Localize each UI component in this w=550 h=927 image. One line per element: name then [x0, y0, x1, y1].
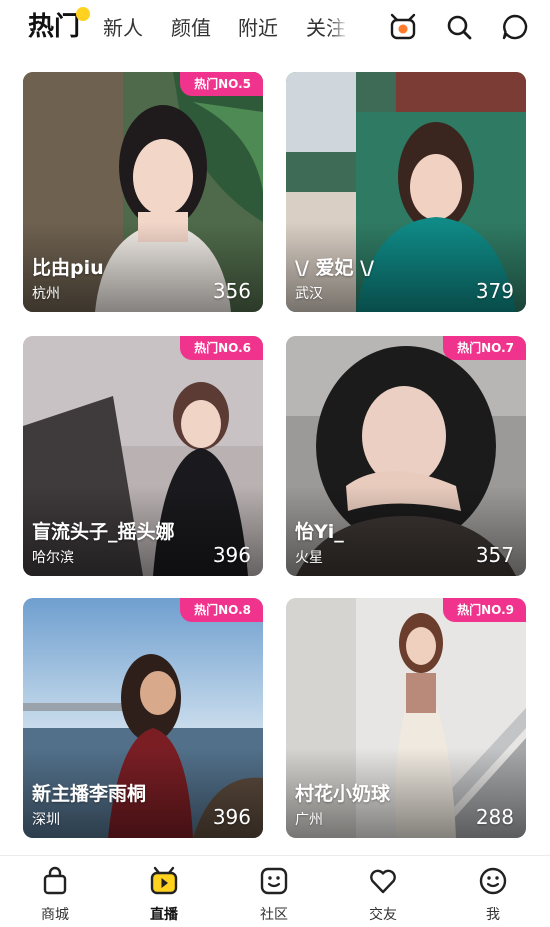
viewer-count: 396	[212, 543, 251, 567]
hot-rank-badge: 热门NO.7	[443, 336, 526, 360]
viewer-count: 396	[212, 805, 251, 829]
bottom-nav-bar: 商城 直播 社区 交友 我	[0, 855, 550, 927]
streamer-name: 比由piu	[32, 257, 104, 279]
smiley-square-icon	[260, 867, 288, 895]
viewer-count: 356	[212, 279, 251, 303]
message-icon[interactable]	[500, 12, 530, 42]
active-tab-dot	[76, 7, 90, 21]
streamer-name: 村花小奶球	[295, 783, 391, 805]
streamer-city: 广州	[295, 812, 323, 828]
live-room-card[interactable]: 热门NO.6 盲流头子_摇头娜 哈尔滨 396	[23, 336, 263, 576]
hot-rank-badge: 热门NO.8	[180, 598, 263, 622]
viewer-count: 379	[475, 279, 514, 303]
live-room-card[interactable]: \/ 爱妃 \/ 武汉 379	[286, 72, 526, 312]
streamer-city: 深圳	[32, 812, 60, 828]
nav-community[interactable]: 社区	[234, 866, 314, 924]
streamer-city: 火星	[295, 550, 323, 566]
nav-label: 商城	[41, 907, 69, 923]
search-icon[interactable]	[444, 12, 474, 42]
nav-live[interactable]: 直播	[124, 866, 204, 924]
tab-nearby[interactable]: 附近	[238, 14, 278, 42]
live-room-card[interactable]: 热门NO.9 村花小奶球 广州 288	[286, 598, 526, 838]
live-tv-icon	[150, 866, 178, 895]
nav-me[interactable]: 我	[453, 866, 533, 924]
hot-rank-badge: 热门NO.5	[180, 72, 263, 96]
streamer-name: \/ 爱妃 \/	[295, 257, 374, 279]
heart-icon	[370, 869, 396, 894]
streamer-name: 新主播李雨桐	[32, 783, 147, 805]
nav-label: 社区	[260, 907, 288, 923]
nav-label: 交友	[369, 907, 397, 923]
nav-mall[interactable]: 商城	[15, 866, 95, 924]
viewer-count: 288	[475, 805, 514, 829]
hot-rank-badge: 热门NO.9	[443, 598, 526, 622]
live-room-card[interactable]: 热门NO.5 比由piu 杭州 356	[23, 72, 263, 312]
live-room-card[interactable]: 热门NO.8 新主播李雨桐 深圳 396	[23, 598, 263, 838]
streamer-city: 哈尔滨	[32, 550, 74, 566]
streamer-name: 盲流头子_摇头娜	[32, 521, 175, 543]
tab-hot[interactable]: 热门	[28, 10, 80, 44]
streamer-name: 怡Yi_	[295, 521, 344, 543]
top-tab-bar: 热门 新人 颜值 附近 关注	[0, 0, 550, 58]
tab-looks[interactable]: 颜值	[171, 14, 211, 42]
nav-label: 我	[486, 907, 500, 923]
streamer-city: 杭州	[32, 286, 60, 302]
live-room-card[interactable]: 热门NO.7 怡Yi_ 火星 357	[286, 336, 526, 576]
shopping-bag-icon	[43, 866, 67, 895]
smiley-circle-icon	[479, 867, 507, 895]
streamer-city: 武汉	[295, 286, 323, 302]
viewer-count: 357	[475, 543, 514, 567]
tab-new[interactable]: 新人	[103, 14, 143, 42]
tv-icon[interactable]	[388, 12, 418, 42]
nav-friends[interactable]: 交友	[343, 866, 423, 924]
tab-following[interactable]: 关注	[306, 14, 348, 42]
nav-label: 直播	[150, 907, 178, 923]
hot-rank-badge: 热门NO.6	[180, 336, 263, 360]
